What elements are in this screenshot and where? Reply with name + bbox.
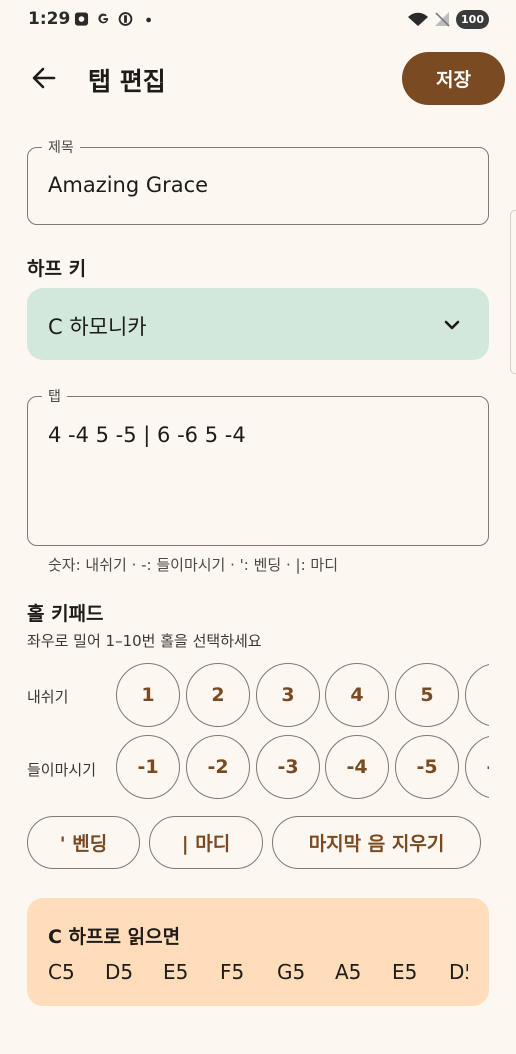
title-field[interactable]: 제목 Amazing Grace (27, 137, 489, 225)
blow-row-label: 내쉬기 (27, 688, 69, 706)
note-item: F5 (220, 960, 245, 984)
keypad-title: 홀 키패드 (27, 603, 104, 625)
note-item: A5 (335, 960, 362, 984)
draw-row-label: 들이마시기 (27, 761, 97, 779)
delete-last-note-button[interactable]: 마지막 음 지우기 (272, 816, 481, 869)
keypad-subtitle: 좌우로 밀어 1–10번 홀을 선택하세요 (27, 632, 262, 650)
status-bar: 1:29 100 (0, 0, 516, 40)
data-saver-icon (118, 12, 133, 26)
reading-card: C 하프로 읽으면 C5 D5 E5 F5 G5 A5 E5 D5 (27, 898, 489, 1006)
google-icon (98, 13, 109, 24)
scroll-indicator (510, 210, 516, 374)
note-item: E5 (392, 960, 418, 984)
blow-hole-button[interactable]: 6 (465, 663, 489, 727)
blow-hole-button[interactable]: 1 (116, 663, 180, 727)
bend-button[interactable]: ' 벤딩 (27, 816, 140, 869)
note-item: D5 (449, 960, 468, 984)
status-time: 1:29 (28, 9, 71, 29)
blow-hole-button[interactable]: 5 (395, 663, 459, 727)
notification-icon (74, 12, 89, 26)
chevron-down-icon (444, 320, 460, 330)
blow-keypad-row[interactable]: 1 2 3 4 5 6 (116, 662, 489, 728)
title-input-value[interactable]: Amazing Grace (48, 173, 208, 197)
blow-hole-button[interactable]: 3 (256, 663, 320, 727)
arrow-back-icon (32, 67, 56, 89)
draw-hole-button[interactable]: -1 (116, 735, 180, 799)
note-item: G5 (277, 960, 306, 984)
page-title: 탭 편집 (88, 67, 166, 96)
reading-title: C 하프로 읽으면 (48, 926, 181, 948)
save-button[interactable]: 저장 (402, 52, 505, 105)
tab-input-value[interactable]: 4 -4 5 -5 | 6 -6 5 -4 (48, 423, 246, 447)
harp-key-label: 하프 키 (27, 258, 87, 280)
blow-hole-button[interactable]: 2 (186, 663, 250, 727)
harp-key-selected: C 하모니카 (48, 315, 147, 339)
harp-key-dropdown[interactable]: C 하모니카 (27, 288, 489, 360)
more-dot-icon (146, 17, 151, 23)
draw-hole-button[interactable]: -4 (325, 735, 389, 799)
tab-field-label: 탭 (42, 386, 67, 406)
tab-field[interactable]: 탭 4 -4 5 -5 | 6 -6 5 -4 (27, 386, 489, 546)
back-button[interactable] (26, 60, 62, 96)
draw-hole-button[interactable]: -3 (256, 735, 320, 799)
note-item: E5 (163, 960, 189, 984)
measure-button[interactable]: | 마디 (149, 816, 263, 869)
draw-keypad-row[interactable]: -1 -2 -3 -4 -5 -6 (116, 734, 489, 800)
draw-hole-button[interactable]: -2 (186, 735, 250, 799)
blow-hole-button[interactable]: 4 (325, 663, 389, 727)
draw-hole-button[interactable]: -5 (395, 735, 459, 799)
note-item: D5 (105, 960, 134, 984)
wifi-icon (408, 12, 428, 26)
signal-icon (435, 12, 450, 27)
note-item: C5 (48, 960, 75, 984)
tab-notation-hint: 숫자: 내쉬기 · -: 들이마시기 · ': 벤딩 · |: 마디 (48, 556, 338, 574)
draw-hole-button[interactable]: -6 (465, 735, 489, 799)
battery-indicator: 100 (456, 10, 489, 29)
title-field-label: 제목 (42, 137, 80, 157)
note-list: C5 D5 E5 F5 G5 A5 E5 D5 (48, 960, 468, 988)
